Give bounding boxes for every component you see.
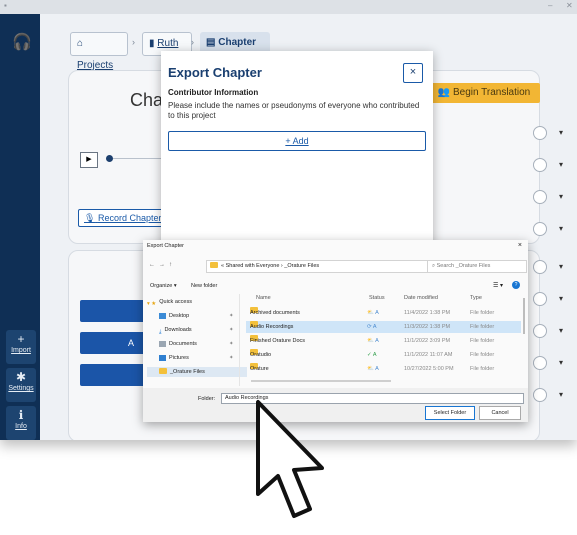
breadcrumb-separator: › [132,37,135,47]
app-icon: ▪ [4,1,7,10]
dialog-title: Export Chapter [147,243,184,249]
home-icon: ⌂ [77,38,84,49]
navigation-pane: ▾ ★ Quick access Desktop ✦ ⤓ Downloads ✦ Doc… [143,294,247,386]
nav-desktop[interactable]: Desktop ✦ [159,311,234,321]
chunk-status-circle [533,356,547,370]
pictures-icon [159,354,166,361]
play-button[interactable]: ▶ [80,152,98,168]
nav-quick-access[interactable]: ▾ ★ Quick access [147,297,192,307]
column-status[interactable]: Status [369,295,385,304]
dialog-footer: Folder: Audio Recordings Select Folder C… [143,388,528,422]
export-chapter-modal: Export Chapter × Contributor Information… [161,51,433,251]
new-folder-button[interactable]: New folder [191,283,217,289]
chunk-status-circle [533,260,547,274]
column-type[interactable]: Type [470,295,482,304]
begin-translation-button[interactable]: 👥 Begin Translation [428,83,540,103]
close-window-icon[interactable]: ✕ [566,1,573,10]
close-icon[interactable]: × [403,63,423,83]
horizontal-scrollbar[interactable] [251,380,391,382]
file-row[interactable]: Finished Orature Docs ⛅ A 11/1/2022 3:09… [246,335,521,347]
nav-orature-files[interactable]: _Orature Files [147,367,247,377]
chevron-down-icon[interactable]: ▾ [559,192,563,201]
file-row-selected[interactable]: Audio Recordings ⟳ A 11/3/2022 1:38 PM F… [246,321,521,333]
breadcrumb-projects[interactable]: ⌂ Projects [70,32,128,71]
column-name[interactable]: Name [256,295,271,304]
folder-icon [159,368,167,374]
file-row[interactable]: Archived documents ⛅ A 11/4/2022 1:38 PM… [246,307,521,319]
chevron-down-icon[interactable]: ▾ [559,390,563,399]
organize-menu[interactable]: Organize ▾ [150,283,177,289]
headphones-icon: 🎧 [12,34,32,51]
file-icon: ▤ [206,37,216,48]
chevron-down-icon[interactable]: ▾ [559,326,563,335]
help-icon[interactable]: ? [512,281,520,289]
search-icon: ⌕ [432,263,436,269]
gear-icon: ✱ [15,370,27,384]
chapter-title: Cha [130,90,164,110]
contributor-heading: Contributor Information [168,88,259,97]
chevron-down-icon[interactable]: ▾ [559,294,563,303]
contributor-instructions: Please include the names or pseudonyms o… [168,101,420,120]
address-bar[interactable]: « Shared with Everyone › _Orature Files [206,260,433,273]
folder-picker-dialog: Export Chapter × ←→↑ « Shared with Every… [143,240,528,422]
nav-pictures[interactable]: Pictures ✦ [159,353,234,363]
info-button[interactable]: ℹ Info [6,406,36,440]
sidebar: 🎧 + Import ✱ Settings ℹ Info [0,14,40,440]
chevron-down-icon[interactable]: ▾ [559,358,563,367]
pin-icon: ✦ [229,327,234,333]
file-row[interactable]: Oratudio ✓ A 11/1/2022 11:07 AM File fol… [246,349,521,361]
add-contributor-button[interactable]: + Add [168,131,426,151]
pane-divider [239,294,240,386]
pin-icon: ✦ [229,355,234,361]
folder-label: Folder: [198,396,216,402]
mic-icon: 🎙 [84,213,96,223]
chevron-down-icon[interactable]: ▾ [559,262,563,271]
column-date[interactable]: Date modified [404,295,438,304]
chunk-status-circle [533,388,547,402]
select-folder-button[interactable]: Select Folder [425,406,475,420]
star-icon: ▾ ★ [147,300,157,307]
book-icon: ▮ [149,38,155,49]
documents-icon [159,340,166,347]
download-icon: ⤓ [159,328,162,335]
chunk-status-circle [533,158,547,172]
app-window: ▪ – ✕ 🎧 + Import ✱ Settings ℹ Info ⌂ Pro… [0,0,577,440]
record-chapter-button[interactable]: 🎙 Record Chapter [78,209,167,227]
desktop-icon [159,312,166,319]
breadcrumb-separator: › [191,37,194,47]
settings-button[interactable]: ✱ Settings [6,368,36,402]
plus-icon: + [17,332,25,346]
chunk-status-circle [533,222,547,236]
people-icon: 👥 [437,87,451,98]
view-options-icon[interactable]: ☰ ▾ [493,282,503,289]
nav-arrows[interactable]: ←→↑ [149,262,176,268]
nav-documents[interactable]: Documents ✦ [159,339,234,349]
chunk-status-circle [533,292,547,306]
info-icon: ℹ [18,408,24,422]
pin-icon: ✦ [229,313,234,319]
close-icon[interactable]: × [518,242,522,249]
chevron-down-icon[interactable]: ▾ [559,128,563,137]
chunk-status-circle [533,190,547,204]
vertical-scrollbar[interactable] [523,298,525,334]
audio-slider-knob[interactable] [106,155,113,162]
chunk-status-circle [533,324,547,338]
chunk-status-circle [533,126,547,140]
nav-downloads[interactable]: ⤓ Downloads ✦ [159,325,234,335]
search-input[interactable]: ⌕ Search _Orature Files [427,260,527,273]
minimize-icon[interactable]: – [548,1,552,10]
chevron-down-icon[interactable]: ▾ [559,224,563,233]
window-titlebar: ▪ – ✕ [0,0,577,14]
import-button[interactable]: + Import [6,330,36,364]
file-row[interactable]: Orature ⛅ A 10/27/2022 5:00 PM File fold… [246,363,521,375]
folder-icon [210,262,218,268]
modal-title: Export Chapter [168,65,262,80]
mouse-cursor-icon [256,400,324,518]
cancel-button[interactable]: Cancel [479,406,521,420]
audio-slider-track[interactable] [113,158,163,159]
chevron-down-icon[interactable]: ▾ [559,160,563,169]
pin-icon: ✦ [229,341,234,347]
